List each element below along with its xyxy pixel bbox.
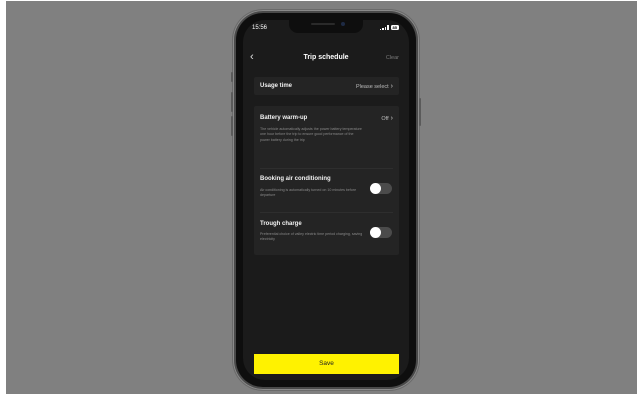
- clear-button[interactable]: Clear: [386, 55, 399, 61]
- speaker-grille: [311, 23, 335, 25]
- usage-time-value-text: Please select: [355, 84, 389, 90]
- toggle-knob: [370, 183, 381, 194]
- nav-bar: ‹ Trip schedule Clear: [243, 50, 409, 66]
- front-camera: [341, 22, 345, 26]
- save-button[interactable]: Save: [254, 354, 399, 374]
- battery-warmup-label: Battery warm-up: [260, 115, 308, 121]
- battery-icon: 85: [390, 25, 399, 30]
- notch: [289, 20, 363, 33]
- chevron-right-icon: ›: [390, 83, 393, 90]
- page-title: Trip schedule: [303, 54, 349, 61]
- booking-ac-description: Air conditioning is automatically turned…: [260, 188, 357, 198]
- signal-icon: [379, 25, 389, 30]
- toggle-knob: [370, 227, 381, 238]
- options-card: Battery warm-up Off › The vehicle automat…: [254, 106, 399, 255]
- booking-ac-label: Booking air conditioning: [260, 176, 331, 182]
- booking-ac-toggle[interactable]: [370, 183, 392, 194]
- battery-warmup-value: Off ›: [381, 115, 393, 122]
- trough-charge-toggle[interactable]: [370, 227, 392, 238]
- status-icons: 85: [379, 25, 399, 30]
- volume-up-button: [231, 92, 233, 112]
- phone-frame: 15:56 85 ‹ Trip schedule Clear Usage tim…: [231, 10, 421, 390]
- usage-time-row[interactable]: Usage time Please select ›: [254, 77, 399, 95]
- usage-time-value: Please select ›: [356, 83, 393, 90]
- chevron-right-icon: ›: [390, 115, 393, 122]
- volume-down-button: [231, 116, 233, 136]
- status-time: 15:56: [252, 25, 268, 31]
- app-screen: 15:56 85 ‹ Trip schedule Clear Usage tim…: [243, 20, 409, 380]
- battery-warmup-description: The vehicle automatically adjusts the po…: [260, 127, 362, 142]
- battery-warmup-value-text: Off: [381, 116, 389, 122]
- usage-time-label: Usage time: [260, 83, 293, 89]
- mute-switch: [231, 72, 233, 82]
- divider: [260, 168, 393, 169]
- power-button: [419, 98, 421, 126]
- divider: [260, 212, 393, 213]
- trough-charge-description: Preferential choice of valley electric t…: [260, 232, 363, 242]
- trough-charge-label: Trough charge: [260, 221, 302, 227]
